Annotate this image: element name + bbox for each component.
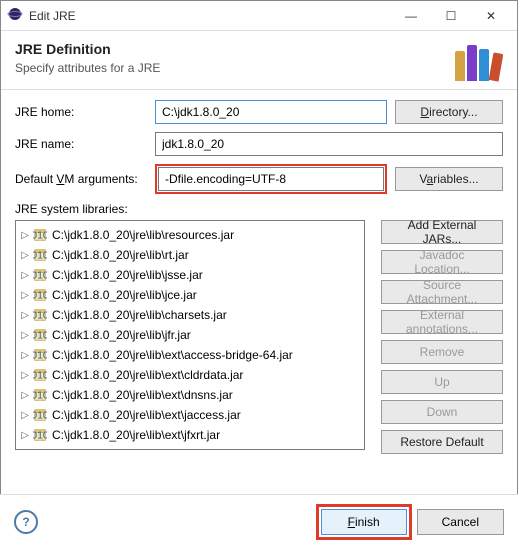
svg-text:010: 010: [33, 450, 47, 451]
jar-icon: 010: [32, 288, 48, 302]
library-path: C:\jdk1.8.0_20\jre\lib\jsse.jar: [52, 268, 203, 282]
library-item[interactable]: ▷010 C:\jdk1.8.0_20\jre\lib\ext\jaccess.j…: [18, 405, 362, 425]
library-item[interactable]: ▷010 C:\jdk1.8.0_20\jre\lib\jce.jar: [18, 285, 362, 305]
header-title: JRE Definition: [15, 41, 453, 57]
jre-name-label: JRE name:: [15, 137, 155, 151]
up-button[interactable]: Up: [381, 370, 503, 394]
library-item[interactable]: ▷010 C:\jdk1.8.0_20\jre\lib\ext\access-br…: [18, 345, 362, 365]
library-item[interactable]: ▷010 C:\jdk1.8.0_20\jre\lib\jsse.jar: [18, 265, 362, 285]
jar-icon: 010: [32, 348, 48, 362]
source-attachment-button[interactable]: Source Attachment...: [381, 280, 503, 304]
jar-icon: 010: [32, 388, 48, 402]
jre-home-label: JRE home:: [15, 105, 155, 119]
library-path: C:\jdk1.8.0_20\jre\lib\ext\localedata.ja…: [52, 448, 255, 450]
expand-icon[interactable]: ▷: [18, 230, 32, 241]
remove-button[interactable]: Remove: [381, 340, 503, 364]
books-icon: [453, 41, 503, 81]
expand-icon[interactable]: ▷: [18, 370, 32, 381]
library-path: C:\jdk1.8.0_20\jre\lib\ext\cldrdata.jar: [52, 368, 243, 382]
window-title: Edit JRE: [29, 9, 391, 23]
minimize-button[interactable]: —: [391, 2, 431, 30]
jar-icon: 010: [32, 248, 48, 262]
expand-icon[interactable]: ▷: [18, 410, 32, 421]
library-path: C:\jdk1.8.0_20\jre\lib\ext\dnsns.jar: [52, 388, 233, 402]
jar-icon: 010: [32, 368, 48, 382]
expand-icon[interactable]: ▷: [18, 290, 32, 301]
jar-icon: 010: [32, 308, 48, 322]
library-item[interactable]: ▷010 C:\jdk1.8.0_20\jre\lib\ext\jfxrt.jar: [18, 425, 362, 445]
expand-icon[interactable]: ▷: [18, 390, 32, 401]
dialog-header: JRE Definition Specify attributes for a …: [1, 31, 517, 89]
system-libraries-label: JRE system libraries:: [1, 202, 517, 216]
expand-icon[interactable]: ▷: [18, 350, 32, 361]
jar-icon: 010: [32, 448, 48, 450]
help-button[interactable]: ?: [14, 510, 38, 534]
svg-text:010: 010: [33, 330, 47, 342]
expand-icon[interactable]: ▷: [18, 430, 32, 441]
library-item[interactable]: ▷010 C:\jdk1.8.0_20\jre\lib\rt.jar: [18, 245, 362, 265]
library-item[interactable]: ▷010 C:\jdk1.8.0_20\jre\lib\jfr.jar: [18, 325, 362, 345]
jre-home-input[interactable]: [155, 100, 387, 124]
expand-icon[interactable]: ▷: [18, 250, 32, 261]
expand-icon[interactable]: ▷: [18, 310, 32, 321]
library-path: C:\jdk1.8.0_20\jre\lib\ext\jfxrt.jar: [52, 428, 220, 442]
library-path: C:\jdk1.8.0_20\jre\lib\ext\access-bridge…: [52, 348, 293, 362]
svg-text:010: 010: [33, 430, 47, 442]
library-item[interactable]: ▷010 C:\jdk1.8.0_20\jre\lib\charsets.jar: [18, 305, 362, 325]
restore-default-button[interactable]: Restore Default: [381, 430, 503, 454]
library-item[interactable]: ▷010 C:\jdk1.8.0_20\jre\lib\resources.jar: [18, 225, 362, 245]
jar-icon: 010: [32, 328, 48, 342]
svg-text:010: 010: [33, 370, 47, 382]
svg-text:010: 010: [33, 230, 47, 242]
vm-arguments-label: Default VM arguments:: [15, 172, 155, 186]
library-path: C:\jdk1.8.0_20\jre\lib\ext\jaccess.jar: [52, 408, 241, 422]
library-path: C:\jdk1.8.0_20\jre\lib\rt.jar: [52, 248, 189, 262]
down-button[interactable]: Down: [381, 400, 503, 424]
dialog-footer: ? FinishFinish Cancel: [0, 494, 518, 548]
finish-button[interactable]: FinishFinish: [321, 509, 407, 535]
svg-text:010: 010: [33, 350, 47, 362]
expand-icon[interactable]: ▷: [18, 450, 32, 451]
svg-text:010: 010: [33, 290, 47, 302]
library-item[interactable]: ▷010 C:\jdk1.8.0_20\jre\lib\ext\localedat…: [18, 445, 362, 450]
javadoc-location-button[interactable]: Javadoc Location...: [381, 250, 503, 274]
jre-name-input[interactable]: [155, 132, 503, 156]
jar-icon: 010: [32, 268, 48, 282]
jar-icon: 010: [32, 228, 48, 242]
titlebar: Edit JRE — ☐ ✕: [1, 1, 517, 31]
directory-button[interactable]: DDirectory...irectory...: [395, 100, 503, 124]
external-annotations-button[interactable]: External annotations...: [381, 310, 503, 334]
library-item[interactable]: ▷010 C:\jdk1.8.0_20\jre\lib\ext\dnsns.jar: [18, 385, 362, 405]
expand-icon[interactable]: ▷: [18, 330, 32, 341]
svg-text:010: 010: [33, 410, 47, 422]
system-libraries-tree[interactable]: ▷010C:\jdk1.8.0_20\jre\lib\resources.jar…: [15, 220, 365, 450]
eclipse-icon: [7, 6, 23, 25]
library-path: C:\jdk1.8.0_20\jre\lib\jfr.jar: [52, 328, 191, 342]
variables-button[interactable]: Variables...Variables...: [395, 167, 503, 191]
svg-text:010: 010: [33, 310, 47, 322]
maximize-button[interactable]: ☐: [431, 2, 471, 30]
library-item[interactable]: ▷010 C:\jdk1.8.0_20\jre\lib\ext\cldrdata.…: [18, 365, 362, 385]
library-path: C:\jdk1.8.0_20\jre\lib\charsets.jar: [52, 308, 227, 322]
vm-arguments-input[interactable]: [158, 167, 384, 191]
add-external-jars-button[interactable]: Add External JARs...: [381, 220, 503, 244]
library-path: C:\jdk1.8.0_20\jre\lib\jce.jar: [52, 288, 197, 302]
close-button[interactable]: ✕: [471, 2, 511, 30]
jar-icon: 010: [32, 428, 48, 442]
cancel-button[interactable]: Cancel: [417, 509, 504, 535]
svg-text:010: 010: [33, 250, 47, 262]
jar-icon: 010: [32, 408, 48, 422]
library-path: C:\jdk1.8.0_20\jre\lib\resources.jar: [52, 228, 234, 242]
svg-text:010: 010: [33, 390, 47, 402]
svg-text:010: 010: [33, 270, 47, 282]
expand-icon[interactable]: ▷: [18, 270, 32, 281]
header-subtitle: Specify attributes for a JRE: [15, 61, 453, 75]
